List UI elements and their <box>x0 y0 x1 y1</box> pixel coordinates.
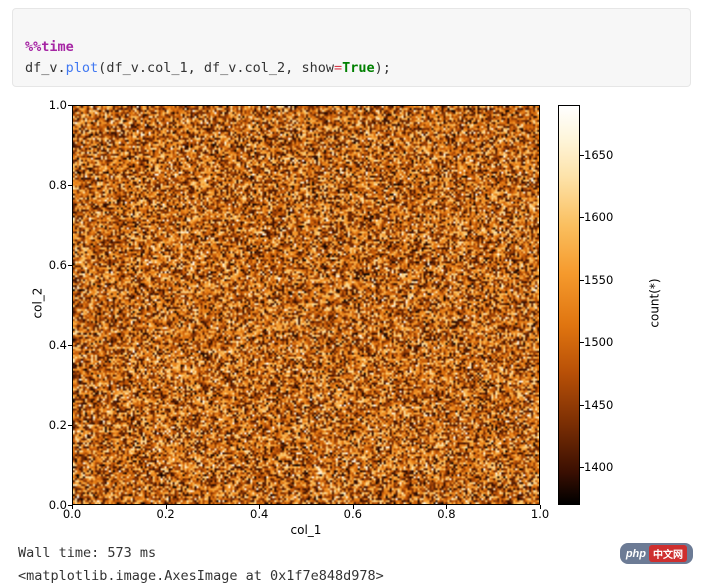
code-cell: %%time df_v.plot(df_v.col_1, df_v.col_2,… <box>12 8 691 87</box>
y-tick-label: 1.0 <box>33 98 67 112</box>
heatmap-canvas <box>73 106 539 504</box>
x-tick-label: 1.0 <box>525 507 555 521</box>
y-tick-label: 0.6 <box>33 258 67 272</box>
wall-time-output: Wall time: 573 ms <box>18 543 685 565</box>
repr-output: <matplotlib.image.AxesImage at 0x1f7e848… <box>18 566 685 588</box>
colorbar-tick-label: 1500 <box>584 335 613 349</box>
colorbar-tick-label: 1400 <box>584 460 613 474</box>
code-object-1: df_v <box>25 60 58 76</box>
watermark: php 中文网 <box>620 543 693 564</box>
colorbar-tick-label: 1600 <box>584 210 613 224</box>
y-tick-label: 0.8 <box>33 178 67 192</box>
magic-command: %%time <box>25 39 74 55</box>
colorbar-tick-label: 1650 <box>584 148 613 162</box>
y-tick-label: 0.2 <box>33 418 67 432</box>
watermark-badge: php 中文网 <box>620 543 693 564</box>
x-tick-label: 0.0 <box>57 507 87 521</box>
colorbar <box>558 105 580 505</box>
x-tick-label: 0.4 <box>244 507 274 521</box>
x-tick-label: 0.6 <box>338 507 368 521</box>
figure: col_2 col_1 0.00.20.40.60.81.0 0.00.20.4… <box>18 97 685 537</box>
x-tick-label: 0.2 <box>151 507 181 521</box>
colorbar-label: count(*) <box>648 278 662 327</box>
colorbar-tick-label: 1550 <box>584 273 613 287</box>
colorbar-tick-label: 1450 <box>584 398 613 412</box>
code-method: plot <box>66 60 99 76</box>
y-tick-label: 0.4 <box>33 338 67 352</box>
x-tick-label: 0.8 <box>431 507 461 521</box>
heatmap-plot <box>72 105 540 505</box>
x-axis-label: col_1 <box>72 523 540 537</box>
y-axis-label: col_2 <box>30 287 44 318</box>
